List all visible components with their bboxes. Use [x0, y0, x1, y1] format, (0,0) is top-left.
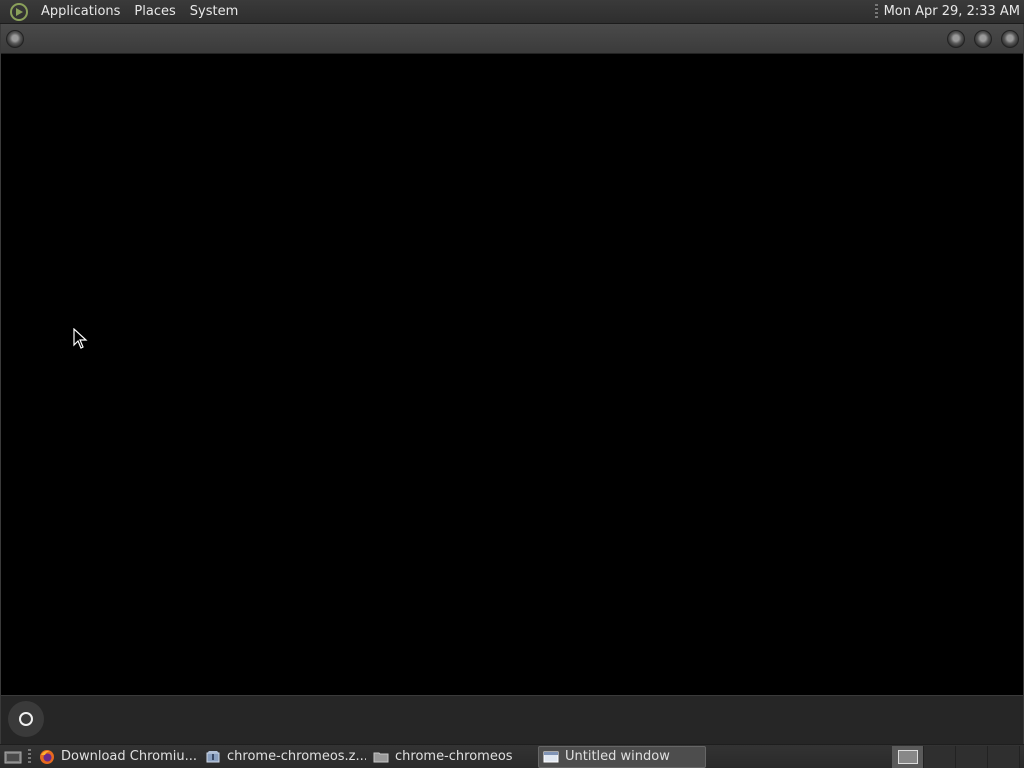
taskbar-drag-handle[interactable] [28, 748, 31, 765]
show-desktop-icon[interactable] [2, 746, 24, 768]
folder-icon [373, 752, 389, 762]
archive-icon [206, 750, 220, 762]
shelf [1, 695, 1023, 744]
task-chrome-chromeos-zip[interactable]: chrome-chromeos.z... [201, 746, 366, 768]
window-icon [543, 751, 559, 762]
workspace-4[interactable] [988, 746, 1020, 768]
workspace-2[interactable] [924, 746, 956, 768]
window-menu-button[interactable] [6, 30, 24, 48]
panel-drag-handle[interactable] [874, 3, 878, 20]
workspace-window-thumb [897, 750, 918, 764]
firefox-icon [40, 749, 54, 764]
workspace-switcher[interactable] [892, 746, 1020, 768]
launcher-circle-icon [19, 712, 33, 726]
top-panel: Applications Places System Mon Apr 29, 2… [0, 0, 1024, 24]
untitled-window [0, 24, 1024, 744]
workspace-1[interactable] [892, 746, 924, 768]
maximize-button[interactable] [974, 30, 992, 48]
close-button[interactable] [1001, 30, 1019, 48]
window-content[interactable] [1, 55, 1023, 695]
task-label: Untitled window [565, 749, 670, 764]
clock[interactable]: Mon Apr 29, 2:33 AM [884, 4, 1024, 19]
bottom-panel: Download Chromiu... chrome-chromeos.z...… [0, 744, 1024, 768]
task-label: Download Chromiu... [61, 749, 197, 764]
task-chrome-chromeos-folder[interactable]: chrome-chromeos [369, 746, 529, 768]
minimize-button[interactable] [947, 30, 965, 48]
mouse-pointer-icon [73, 328, 88, 349]
distro-logo-icon[interactable] [8, 1, 30, 23]
applications-menu[interactable]: Applications [34, 0, 127, 24]
places-menu[interactable]: Places [127, 0, 182, 24]
system-menu[interactable]: System [183, 0, 245, 24]
task-label: chrome-chromeos.z... [227, 749, 366, 764]
launcher-button[interactable] [8, 701, 44, 737]
workspace-3[interactable] [956, 746, 988, 768]
task-label: chrome-chromeos [395, 749, 513, 764]
task-download-chromium[interactable]: Download Chromiu... [35, 746, 198, 768]
window-titlebar[interactable] [1, 24, 1023, 54]
task-untitled-window[interactable]: Untitled window [538, 745, 706, 768]
